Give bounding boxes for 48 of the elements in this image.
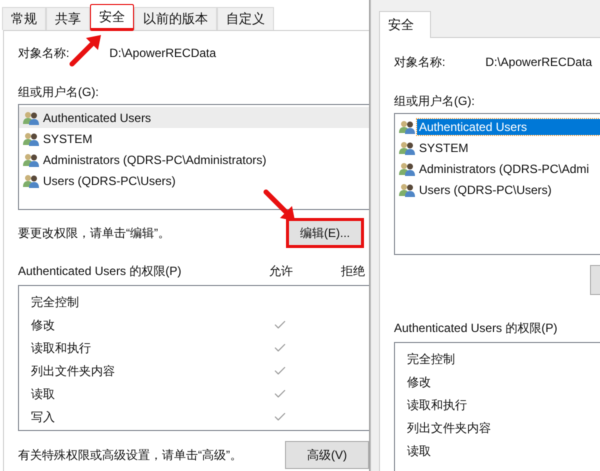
group-list-item[interactable]: SYSTEM [19,128,369,149]
column-header: 拒绝 [341,263,365,279]
user-group-icon [399,140,415,154]
group-list-item[interactable]: Users (QDRS-PC\Users) [395,179,600,200]
permission-name: 读取和执行 [407,396,468,412]
permissions-label: Authenticated Users 的权限(P) [18,263,182,279]
user-group-icon [23,174,39,188]
user-group-icon [23,152,39,166]
group-list-item[interactable]: SYSTEM [395,137,600,158]
permission-name: 完全控制 [407,350,456,366]
user-group-icon [23,132,39,146]
permission-name: 修改 [31,316,56,332]
object-name-label: 对象名称: [18,45,70,61]
advanced-button[interactable]: 高级(V) [285,441,369,469]
user-group-icon [399,162,415,176]
permission-name: 列出文件夹内容 [407,420,492,436]
tab[interactable]: 安全 [379,11,431,38]
permission-name: 读取和执行 [31,340,92,356]
tab[interactable]: 以前的版本 [134,7,217,30]
groups-label: 组或用户名(G): [394,93,475,109]
column-header: 允许 [269,263,294,279]
edit-button[interactable]: 编辑(E)... [286,218,364,248]
permission-name: 读取 [31,386,56,402]
group-list-item[interactable]: Administrators (QDRS-PC\Admi [395,158,600,179]
user-group-icon [399,120,415,134]
group-list-item[interactable]: Administrators (QDRS-PC\Administrators) [19,149,369,170]
group-list-item[interactable]: Users (QDRS-PC\Users) [19,170,369,191]
annotation-arrow [262,188,296,222]
user-group-icon [23,110,39,124]
object-name-label: 对象名称: [394,54,446,70]
advanced-hint: 有关特殊权限或高级设置，请单击“高级”。 [18,447,242,463]
tab[interactable]: 自定义 [217,7,274,30]
edit-hint: 要更改权限，请单击“编辑”。 [18,225,170,241]
permission-name: 修改 [407,374,432,390]
permission-name: 列出文件夹内容 [31,362,116,378]
permission-name: 完全控制 [31,294,80,310]
group-list-item[interactable]: Authenticated Users [19,107,369,128]
object-name-value: D:\ApowerRECData [109,45,216,61]
permission-name: 读取 [407,442,432,458]
tab[interactable]: 安全 [90,4,134,31]
object-name-value: D:\ApowerRECData [485,54,592,70]
user-group-icon [399,182,415,196]
permission-name: 写入 [31,408,56,424]
annotation-arrow [68,34,102,68]
groups-label: 组或用户名(G): [18,84,99,100]
permissions-label: Authenticated Users 的权限(P) [394,320,558,336]
tab[interactable]: 共享 [46,7,90,30]
tab[interactable]: 常规 [2,7,46,30]
